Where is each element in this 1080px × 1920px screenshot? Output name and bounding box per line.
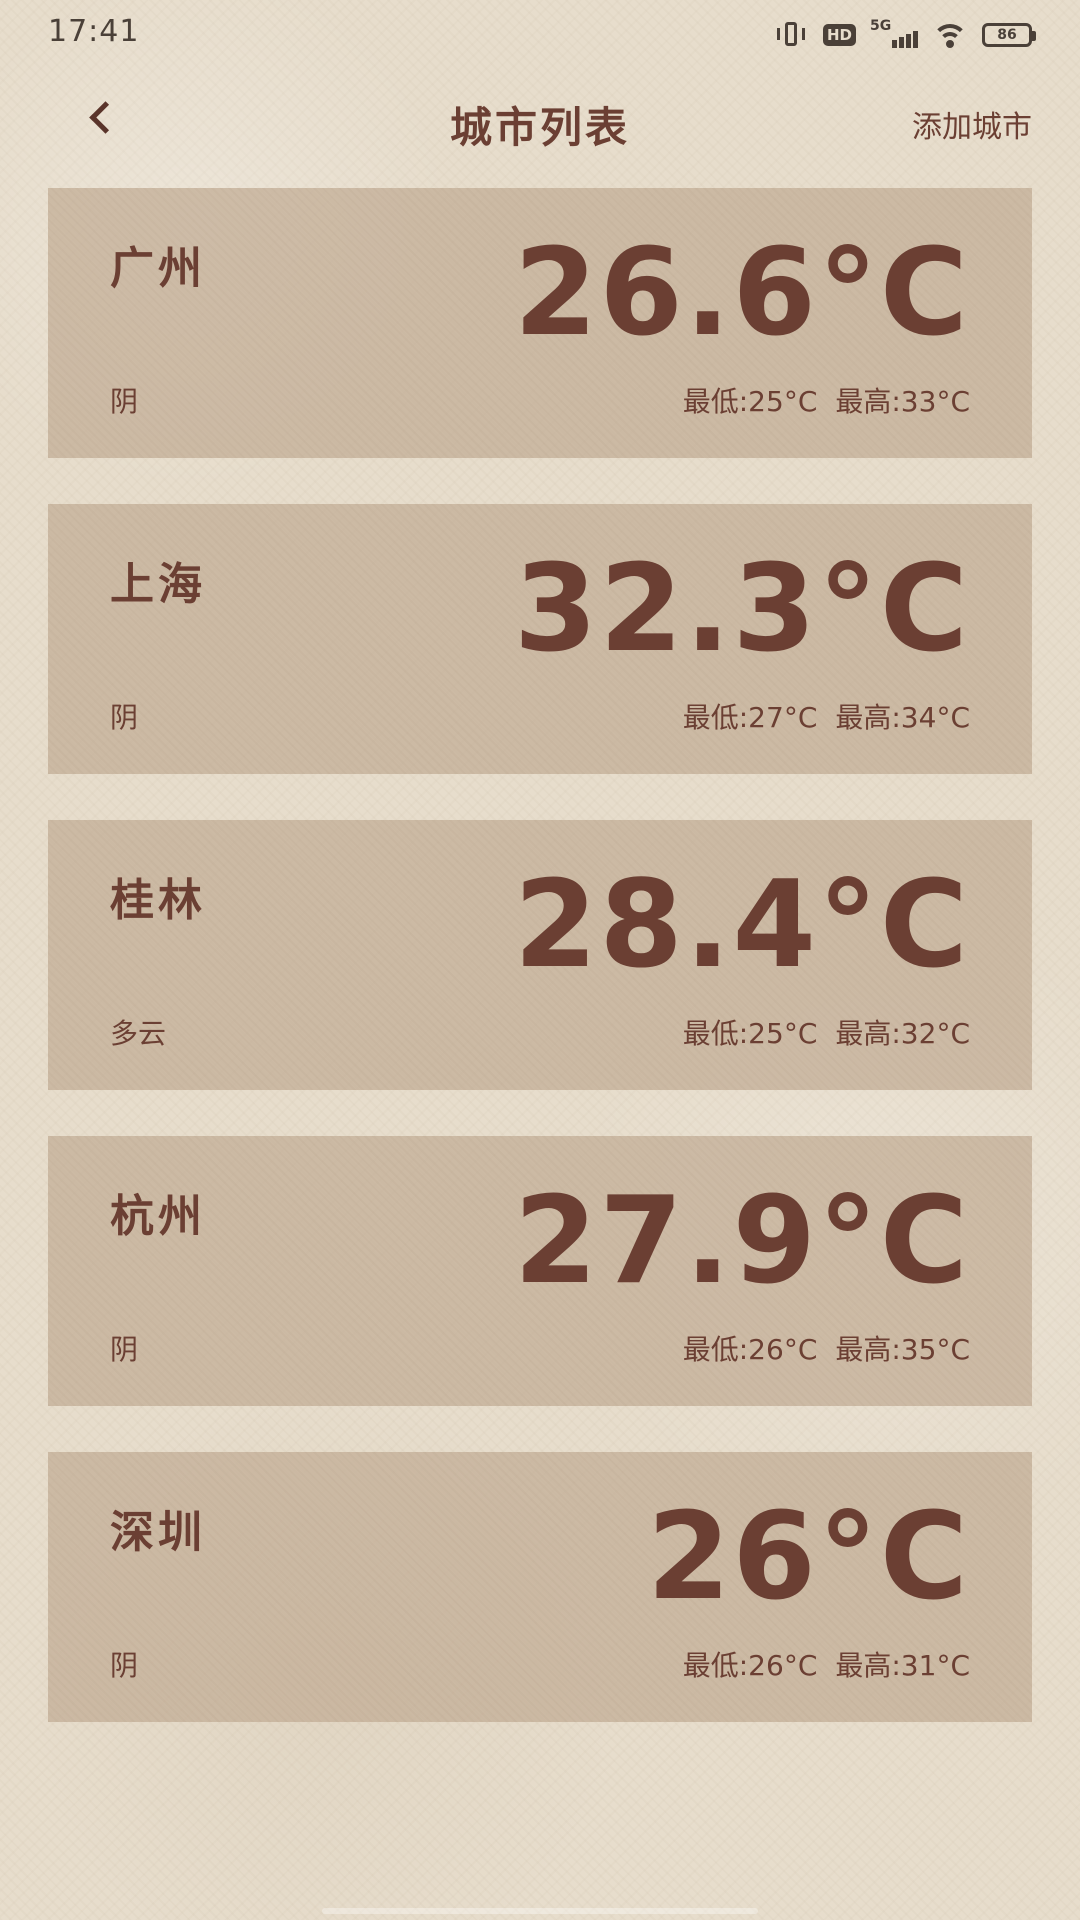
current-temperature: 32.3°C [513, 540, 970, 679]
city-name: 杭州 [110, 1191, 206, 1242]
city-card-hangzhou[interactable]: 杭州 阴 27.9°C 最低:26°C 最高:35°C [48, 1136, 1032, 1406]
weather-condition: 阴 [110, 385, 139, 418]
city-card-guilin[interactable]: 桂林 多云 28.4°C 最低:25°C 最高:32°C [48, 820, 1032, 1090]
weather-condition: 阴 [110, 701, 139, 734]
current-temperature: 26.6°C [513, 224, 970, 363]
add-city-button[interactable]: 添加城市 [912, 102, 1032, 146]
weather-condition: 多云 [110, 1017, 167, 1050]
signal-5g-icon: 5G [870, 18, 918, 50]
city-name: 上海 [110, 559, 206, 610]
temperature-range: 最低:26°C 最高:35°C [683, 1328, 970, 1368]
city-card-guangzhou[interactable]: 广州 阴 26.6°C 最低:25°C 最高:33°C [48, 188, 1032, 458]
current-temperature: 27.9°C [513, 1172, 970, 1311]
city-card-shanghai[interactable]: 上海 阴 32.3°C 最低:27°C 最高:34°C [48, 504, 1032, 774]
home-indicator[interactable] [322, 1908, 758, 1914]
high-temperature: 最高:34°C [835, 701, 970, 734]
status-time: 17:41 [48, 14, 140, 49]
current-temperature: 28.4°C [513, 856, 970, 995]
low-temperature: 最低:26°C [682, 1333, 818, 1366]
network-type-label: 5G [870, 18, 892, 34]
battery-icon: 86 [982, 23, 1036, 47]
high-temperature: 最高:33°C [835, 385, 970, 418]
city-card-shenzhen[interactable]: 深圳 阴 26°C 最低:26°C 最高:31°C [48, 1452, 1032, 1722]
low-temperature: 最低:27°C [682, 701, 818, 734]
status-bar: 17:41 HD 5G 86 [0, 0, 1080, 68]
city-list: 广州 阴 26.6°C 最低:25°C 最高:33°C 上海 阴 32.3°C 最… [48, 188, 1032, 1768]
low-temperature: 最低:25°C [682, 1017, 818, 1050]
temperature-range: 最低:26°C 最高:31°C [683, 1644, 970, 1684]
temperature-range: 最低:25°C 最高:32°C [683, 1012, 970, 1052]
city-name: 广州 [110, 243, 206, 294]
low-temperature: 最低:26°C [682, 1649, 818, 1682]
high-temperature: 最高:31°C [835, 1649, 970, 1682]
vibrate-icon [775, 20, 809, 50]
temperature-range: 最低:25°C 最高:33°C [683, 380, 970, 420]
city-name: 桂林 [110, 875, 206, 926]
low-temperature: 最低:25°C [682, 385, 818, 418]
header: 城市列表 添加城市 [0, 72, 1080, 164]
city-name: 深圳 [110, 1507, 206, 1558]
temperature-range: 最低:27°C 最高:34°C [683, 696, 970, 736]
status-icons: HD 5G 86 [775, 18, 1036, 52]
wifi-icon [932, 20, 968, 50]
hd-icon: HD [822, 24, 856, 46]
weather-condition: 阴 [110, 1333, 139, 1366]
current-temperature: 26°C [646, 1488, 970, 1627]
high-temperature: 最高:32°C [835, 1017, 970, 1050]
high-temperature: 最高:35°C [835, 1333, 970, 1366]
weather-condition: 阴 [110, 1649, 139, 1682]
